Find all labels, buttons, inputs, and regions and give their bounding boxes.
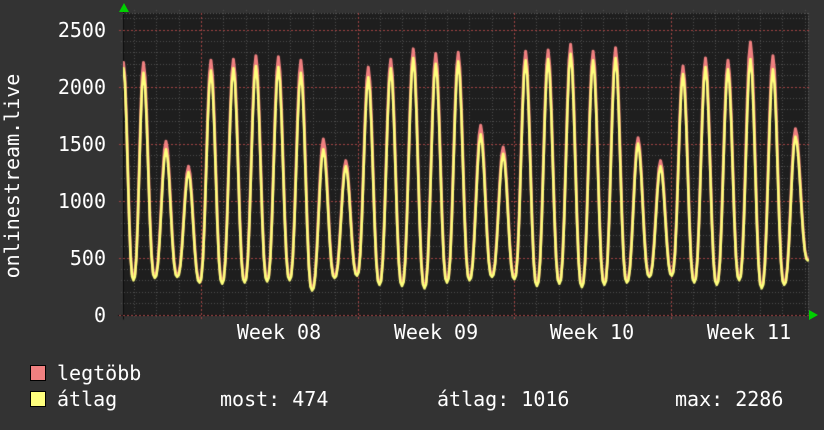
- week-label: Week 09: [393, 320, 479, 344]
- legend-swatch-legtobb: [30, 365, 46, 381]
- y-axis-title: onlinestream.live: [0, 73, 24, 279]
- munin-graph-panel: onlinestream.live 2500 2000 1500 1000 500 0 W…: [0, 0, 824, 430]
- legend-label-atlag: átlag: [57, 387, 118, 411]
- y-tick-label: 2000: [57, 75, 106, 99]
- stat-most: most: 474: [220, 387, 329, 411]
- stat-max: max: 2286: [675, 387, 784, 411]
- y-tick-label: 500: [69, 246, 106, 270]
- week-label: Week 08: [236, 320, 322, 344]
- y-axis-arrow-up-icon: [119, 3, 129, 12]
- y-tick-label: 0: [93, 303, 106, 327]
- y-tick-label: 1500: [57, 132, 106, 156]
- week-label: Week 11: [706, 320, 792, 344]
- y-tick-label: 2500: [57, 18, 106, 42]
- y-tick-label: 1000: [57, 189, 106, 213]
- week-label: Week 10: [549, 320, 635, 344]
- legend-label-legtobb: legtöbb: [57, 361, 142, 385]
- x-axis-arrow-right-icon: [809, 310, 818, 320]
- stat-atlag: átlag: 1016: [437, 387, 570, 411]
- legend-swatch-atlag: [30, 391, 46, 407]
